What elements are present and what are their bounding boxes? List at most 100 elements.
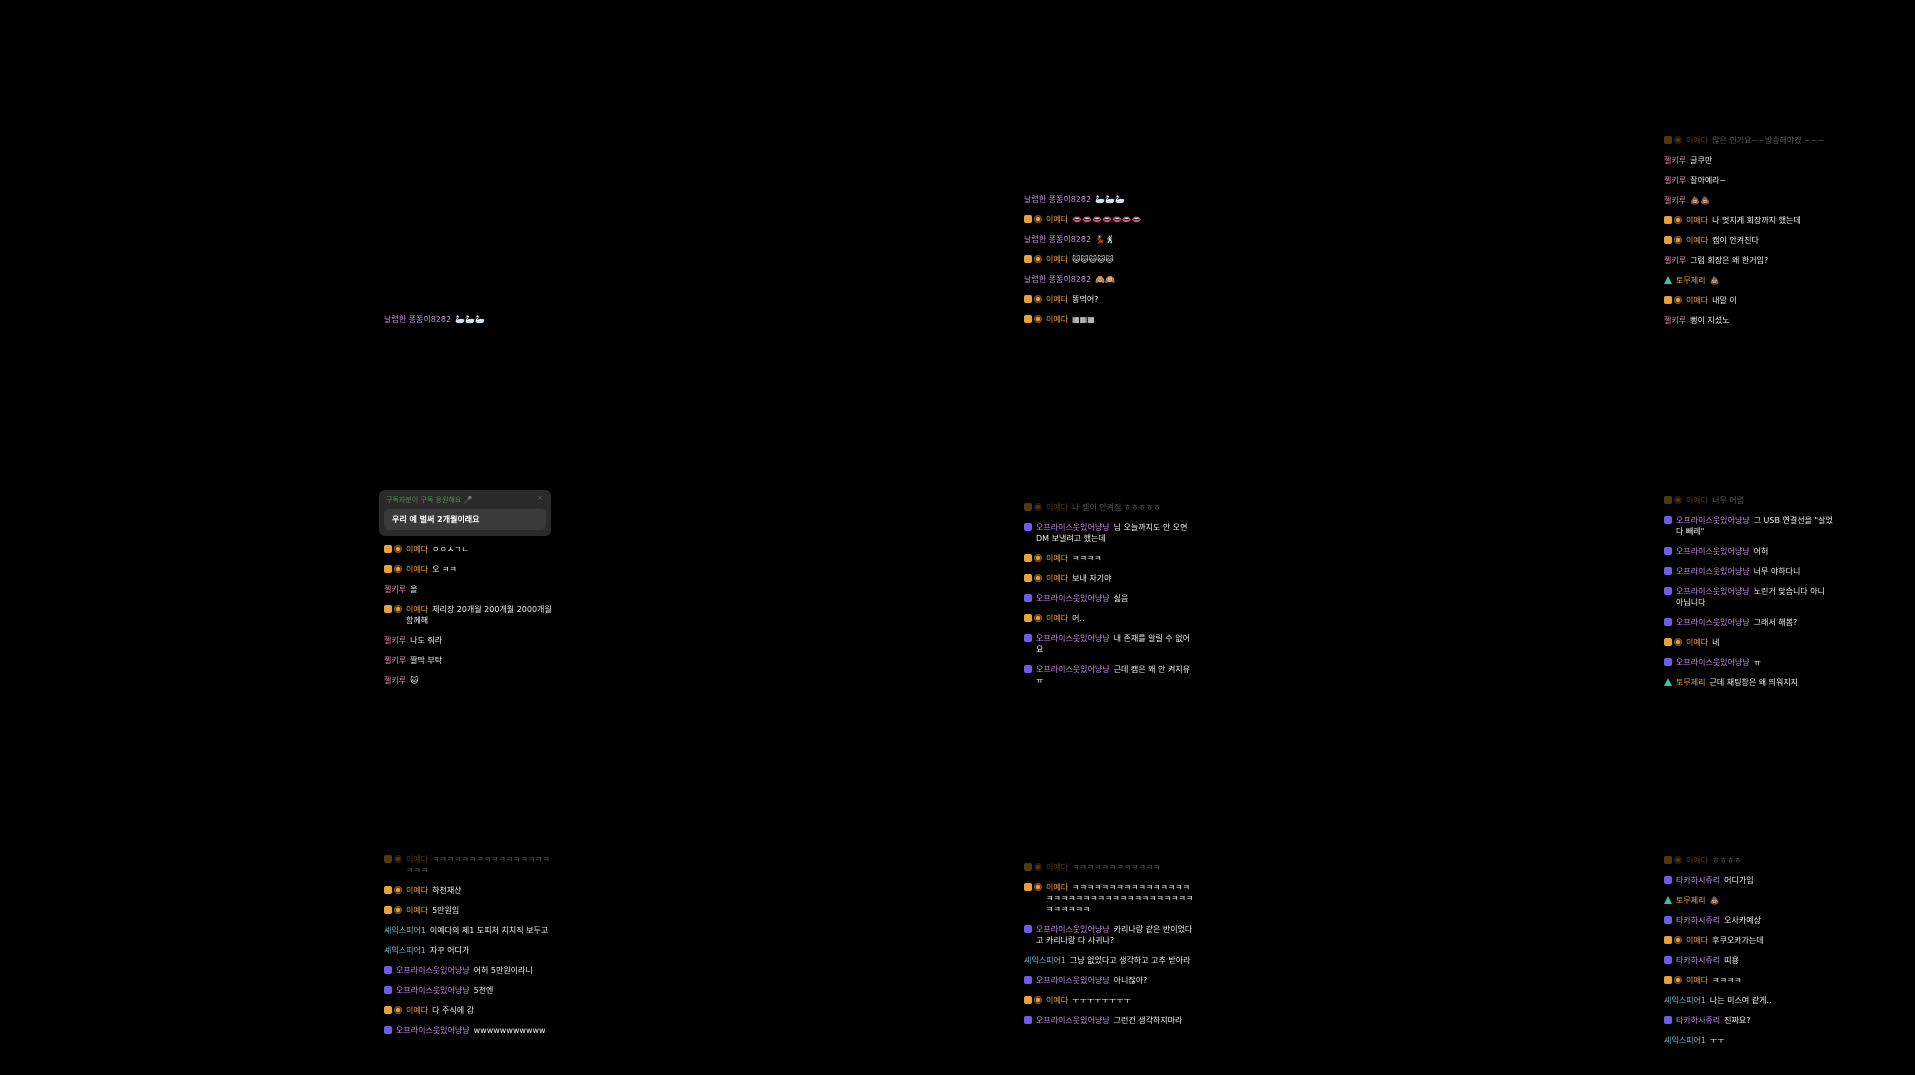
chat-nickname[interactable]: 오프라이스웃있어냥냥 [396, 986, 470, 995]
chat-message: 이예다 오 ㅋㅋ [384, 564, 554, 575]
chat-nickname[interactable]: 젤키루 [384, 585, 406, 594]
chat-nickname[interactable]: 오프라이스웃있어냥냥 [396, 1026, 470, 1035]
chat-nickname[interactable]: 오프라이스웃있어냥냥 [396, 966, 470, 975]
subscriber-badge-icon [384, 545, 392, 553]
chat-nickname[interactable]: 타카하시쥬리 [1676, 1016, 1720, 1025]
chat-nickname[interactable]: 이예다 [1686, 496, 1708, 505]
chat-nickname[interactable]: 셰익스피어1 [1024, 956, 1066, 965]
chat-nickname[interactable]: 이예다 [406, 545, 428, 554]
close-icon[interactable]: × [537, 494, 543, 502]
chat-message: 이예다 하천재산 [384, 885, 554, 896]
chat-nickname[interactable]: 이예다 [406, 906, 428, 915]
chat-nickname[interactable]: 날렵한 퐁퐁이8282 [1024, 195, 1091, 204]
badge-group [1024, 863, 1042, 871]
badge-group [1664, 876, 1672, 884]
chat-nickname[interactable]: 토무제리 [1676, 678, 1705, 687]
chat-nickname[interactable]: 이예다 [1046, 215, 1068, 224]
chat-nickname[interactable]: 이예다 [1686, 856, 1708, 865]
chat-text: 너무 어렵 [1712, 496, 1745, 505]
chat-nickname[interactable]: 오프라이스웃있어냥냥 [1036, 925, 1110, 934]
chat-nickname[interactable]: 셰익스피어1 [1664, 1036, 1706, 1045]
chat-text: 오사카예상 [1724, 916, 1761, 925]
chat-message: 이예다 어.. [1024, 613, 1194, 624]
chat-nickname[interactable]: 이예다 [1686, 296, 1708, 305]
chat-nickname[interactable]: 오프라이스웃있어냥냥 [1036, 523, 1110, 532]
chat-message: 젤키루 💩💩 [1664, 195, 1834, 206]
chat-nickname[interactable]: 젤키루 [1664, 196, 1686, 205]
chat-nickname[interactable]: 이예다 [1686, 936, 1708, 945]
chat-nickname[interactable]: 날렵한 퐁퐁이8282 [1024, 235, 1091, 244]
chat-nickname[interactable]: 오프라이스웃있어냥냥 [1676, 587, 1750, 596]
chat-message: 젤키루 올 [384, 584, 554, 595]
chat-text: 네 [1712, 638, 1720, 647]
chat-text: ㅜㅜㅜㅜㅜㅜㅜㅜ [1072, 996, 1131, 1005]
chat-nickname[interactable]: 이예다 [1686, 136, 1708, 145]
subscriber-badge-icon [384, 855, 392, 863]
chat-nickname[interactable]: 젤키루 [1664, 176, 1686, 185]
chat-nickname[interactable]: 이예다 [406, 565, 428, 574]
chat-nickname[interactable]: 이예다 [406, 855, 428, 864]
chat-nickname[interactable]: 타카하시쥬리 [1676, 876, 1720, 885]
heart-badge-icon [1024, 634, 1032, 642]
chat-nickname[interactable]: 오프라이스웃있어냥냥 [1676, 547, 1750, 556]
chat-nickname[interactable]: 이예다 [1046, 614, 1068, 623]
chat-nickname[interactable]: 오프라이스웃있어냥냥 [1036, 665, 1110, 674]
chat-nickname[interactable]: 오프라이스웃있어냥냥 [1036, 1016, 1110, 1025]
chat-nickname[interactable]: 이예다 [1686, 236, 1708, 245]
chat-nickname[interactable]: 셰익스피어1 [384, 946, 426, 955]
chat-nickname[interactable]: 토무제리 [1676, 896, 1705, 905]
chat-nickname[interactable]: 타카하시쥬리 [1676, 916, 1720, 925]
chat-nickname[interactable]: 셰익스피어1 [384, 926, 426, 935]
chat-nickname[interactable]: 이예다 [1686, 216, 1708, 225]
chat-nickname[interactable]: 젤키루 [384, 676, 406, 685]
fan-badge-icon [394, 906, 402, 914]
chat-nickname[interactable]: 젤키루 [384, 656, 406, 665]
chat-nickname[interactable]: 이예다 [1046, 295, 1068, 304]
chat-message: 이예다 ㅇㅇㅅㄱㄴ [384, 544, 554, 555]
chat-nickname[interactable]: 이예다 [1046, 255, 1068, 264]
chat-nickname[interactable]: 이예다 [406, 1006, 428, 1015]
badge-group [1024, 1016, 1032, 1024]
chat-nickname[interactable]: 날렵한 퐁퐁이8282 [1024, 275, 1091, 284]
chat-nickname[interactable]: 오프라이스웃있어냥냥 [1676, 567, 1750, 576]
chat-nickname[interactable]: 이예다 [1686, 976, 1708, 985]
chat-message: 젤키루 그럼 회장은 왜 한거임? [1664, 255, 1834, 266]
chat-nickname[interactable]: 이예다 [1686, 638, 1708, 647]
chat-message: 오프라이스웃있어냥냥 wwwwwwwwwww [384, 1025, 554, 1036]
chat-message: 이예다 네 [1664, 637, 1834, 648]
badge-group [1664, 658, 1672, 666]
chat-panel-p4: 날렵한 퐁퐁이8282 🦢🦢🦢 이예다 👄👄👄👄👄👄👄 날렵한 퐁퐁이8282 💃🕺 이예다… [1024, 194, 1194, 334]
chat-nickname[interactable]: 젤키루 [1664, 316, 1686, 325]
chat-text: ㅋㅋㅋㅋ [1072, 554, 1102, 563]
chat-message: 오프라이스웃있어냥냥 근데 캠은 왜 안 켜지유 ㅠ [1024, 664, 1194, 686]
chat-nickname[interactable]: 오프라이스웃있어냥냥 [1036, 976, 1110, 985]
chat-nickname[interactable]: 오프라이스웃있어냥냥 [1676, 516, 1750, 525]
chat-text: 나도 줘라 [410, 636, 443, 645]
chat-nickname[interactable]: 이예다 [1046, 863, 1068, 872]
fan-badge-icon [1674, 638, 1682, 646]
chat-nickname[interactable]: 날렵한 퐁퐁이8282 [384, 315, 451, 324]
chat-nickname[interactable]: 토무제리 [1676, 276, 1705, 285]
chat-nickname[interactable]: 젤키루 [384, 636, 406, 645]
chat-nickname[interactable]: 이예다 [1046, 883, 1068, 892]
chat-nickname[interactable]: 이예다 [406, 886, 428, 895]
chat-nickname[interactable]: 젤키루 [1664, 156, 1686, 165]
chat-message: 셰익스피어1 ㅜㅜ [1664, 1035, 1834, 1046]
chat-nickname[interactable]: 이예다 [1046, 554, 1068, 563]
chat-text: ▦▦▦ [1072, 315, 1095, 324]
chat-nickname[interactable]: 오프라이스웃있어냥냥 [1676, 618, 1750, 627]
chat-nickname[interactable]: 이예다 [1046, 996, 1068, 1005]
chat-text: 이예다의 제1 도피처 치치직 보두고 [429, 926, 549, 935]
chat-nickname[interactable]: 이예다 [1046, 574, 1068, 583]
chat-nickname[interactable]: 오프라이스웃있어냥냥 [1676, 658, 1750, 667]
chat-nickname[interactable]: 젤키루 [1664, 256, 1686, 265]
chat-nickname[interactable]: 오프라이스웃있어냥냥 [1036, 594, 1110, 603]
chat-nickname[interactable]: 오프라이스웃있어냥냥 [1036, 634, 1110, 643]
chat-nickname[interactable]: 셰익스피어1 [1664, 996, 1706, 1005]
badge-group [1664, 567, 1672, 575]
badge-group [1664, 216, 1682, 224]
chat-nickname[interactable]: 이예다 [406, 605, 428, 614]
chat-nickname[interactable]: 이예다 [1046, 503, 1068, 512]
chat-nickname[interactable]: 타카하시쥬리 [1676, 956, 1720, 965]
chat-nickname[interactable]: 이예다 [1046, 315, 1068, 324]
